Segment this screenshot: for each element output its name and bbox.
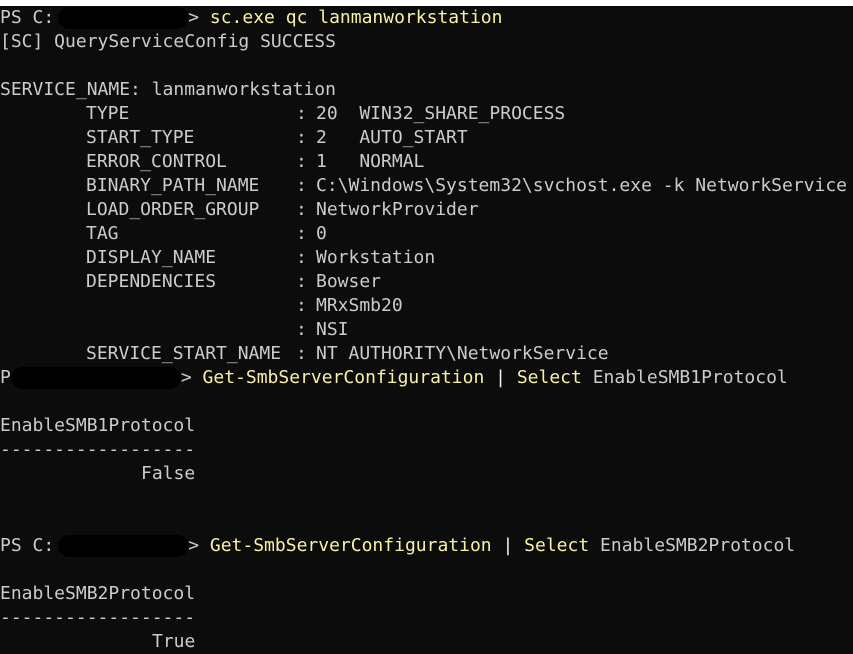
- command-text: sc.exe qc lanmanworkstation: [209, 7, 503, 28]
- config-value: NT AUTHORITY\NetworkService: [316, 343, 609, 364]
- config-key: DEPENDENCIES: [86, 271, 217, 292]
- pipe-operator: |: [495, 367, 506, 388]
- config-value: NetworkProvider: [316, 199, 479, 220]
- select-cmdlet: Select: [524, 535, 590, 556]
- smb1-underline: ------------------: [0, 439, 196, 460]
- prompt-prefix: PS C:: [0, 7, 55, 28]
- config-value: 2 AUTO_START: [316, 127, 468, 148]
- smb1-value: False: [141, 463, 196, 484]
- config-value: 1 NORMAL: [316, 151, 425, 172]
- prompt-suffix: >: [180, 367, 192, 388]
- redacted-path: [58, 7, 189, 29]
- service-name-line: SERVICE_NAME: lanmanworkstation: [0, 79, 336, 100]
- pipe-operator: |: [502, 535, 514, 556]
- config-value: C:\Windows\System32\svchost.exe -k Netwo…: [316, 175, 848, 196]
- property-argument: EnableSMB1Protocol: [592, 367, 788, 388]
- config-value: NSI: [316, 319, 349, 340]
- redacted-path: [58, 535, 189, 557]
- select-cmdlet: Select: [516, 367, 582, 388]
- config-value: Bowser: [316, 271, 382, 292]
- sc-result-line: [SC] QueryServiceConfig SUCCESS: [0, 31, 336, 52]
- smb1-header: EnableSMB1Protocol: [0, 415, 196, 436]
- config-key: ERROR_CONTROL: [86, 151, 227, 172]
- config-value: 0: [316, 223, 327, 244]
- cmdlet-text: Get-SmbServerConfiguration: [209, 535, 492, 556]
- smb2-value: True: [152, 631, 196, 652]
- prompt-suffix: >: [188, 7, 200, 28]
- prompt-line: PS C: > sc.exe qc lanmanworkstation: [0, 6, 502, 30]
- prompt-line: PS C: > Get-SmbServerConfiguration | Sele…: [0, 534, 795, 558]
- config-key: LOAD_ORDER_GROUP: [86, 199, 260, 220]
- smb2-header: EnableSMB2Protocol: [0, 583, 196, 604]
- config-value: Workstation: [316, 247, 436, 268]
- prompt-prefix: P: [0, 367, 11, 388]
- config-key: START_TYPE: [86, 127, 195, 148]
- prompt-suffix: >: [188, 535, 200, 556]
- config-key: DISPLAY_NAME: [86, 247, 217, 268]
- prompt-line: P > Get-SmbServerConfiguration | Select E…: [0, 366, 788, 390]
- cmdlet-text: Get-SmbServerConfiguration: [202, 367, 485, 388]
- config-value: MRxSmb20: [316, 295, 403, 316]
- terminal-window[interactable]: PS C: > sc.exe qc lanmanworkstation [SC] …: [0, 0, 853, 654]
- config-key: SERVICE_START_NAME: [86, 343, 282, 364]
- config-key: TYPE: [86, 103, 130, 124]
- property-argument: EnableSMB2Protocol: [600, 535, 796, 556]
- smb2-underline: ------------------: [0, 607, 196, 628]
- config-key: BINARY_PATH_NAME: [86, 175, 260, 196]
- config-key: TAG: [86, 223, 119, 244]
- config-value: 20 WIN32_SHARE_PROCESS: [316, 103, 566, 124]
- prompt-prefix: PS C:: [0, 535, 55, 556]
- redacted-path: [10, 367, 181, 389]
